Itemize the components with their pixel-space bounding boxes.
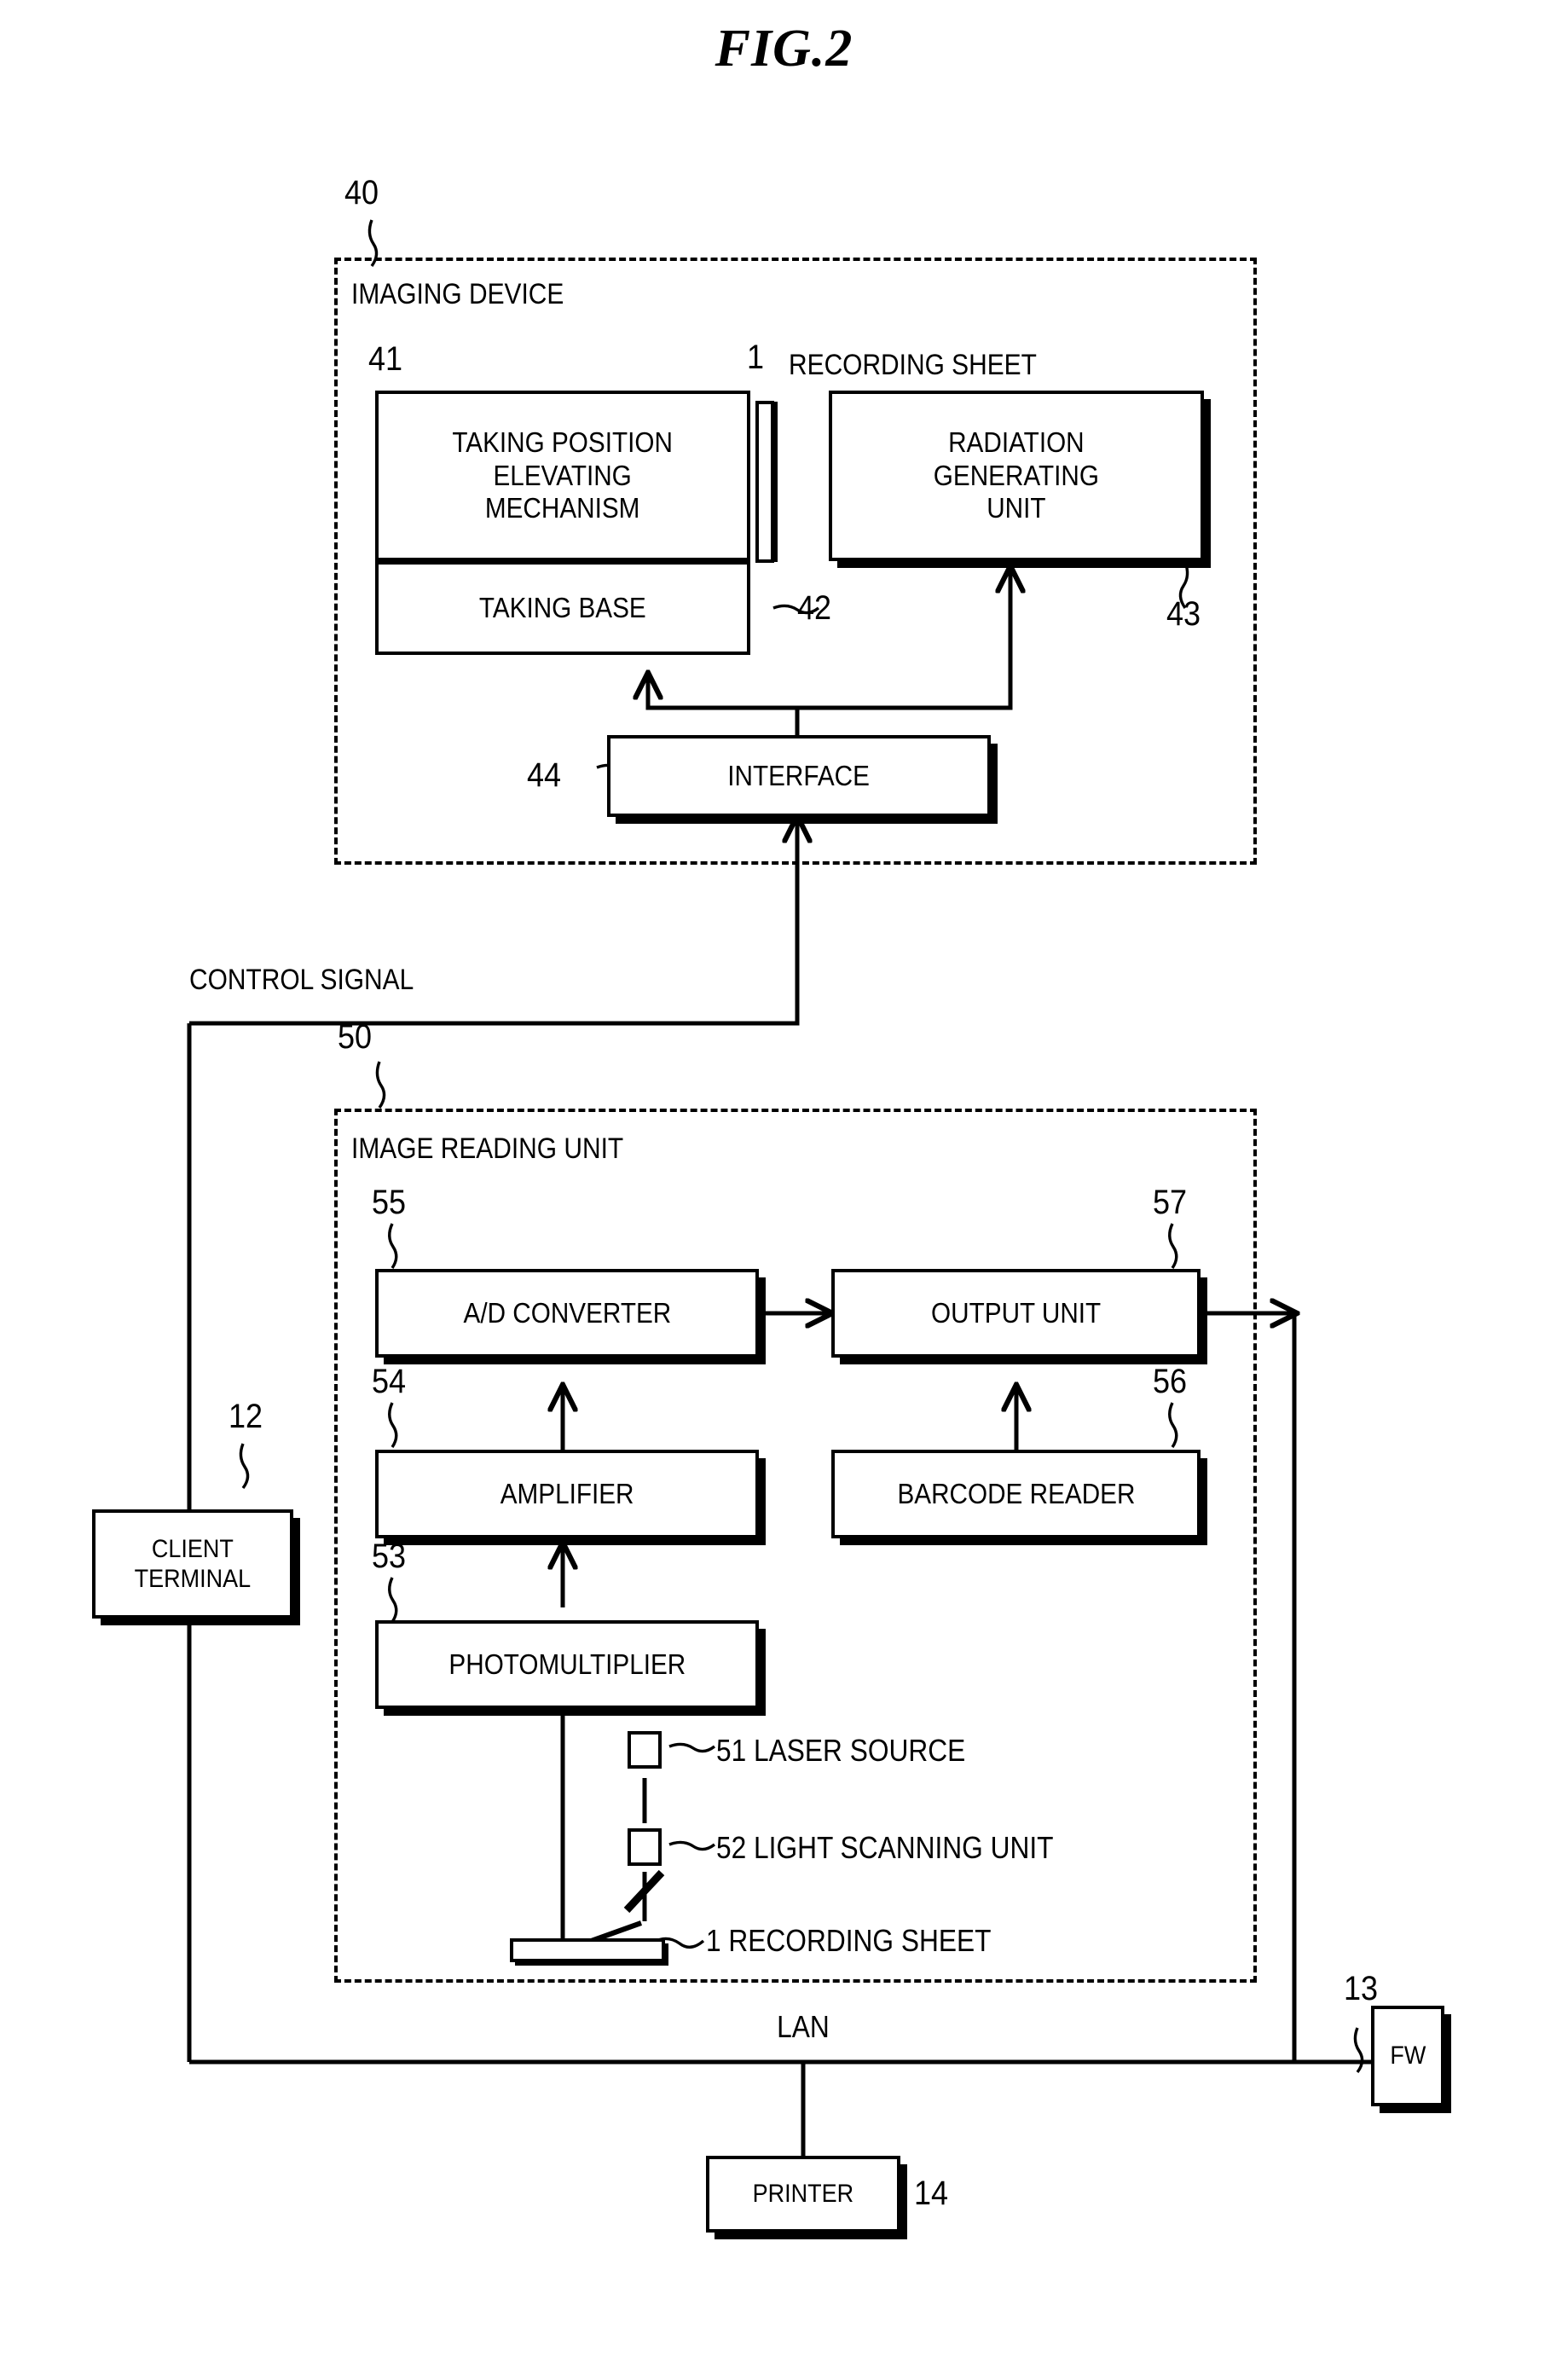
ref-40: 40 (344, 174, 379, 211)
ref-50: 50 (338, 1018, 373, 1056)
photomultiplier-label: PHOTOMULTIPLIER (448, 1648, 686, 1680)
client-terminal-label: CLIENT TERMINAL (134, 1534, 252, 1593)
barcode-reader-label: BARCODE READER (897, 1477, 1135, 1509)
ref-14: 14 (914, 2175, 949, 2212)
image-reading-unit-title: IMAGE READING UNIT (351, 1132, 624, 1165)
recording-sheet-label-bottom: 1 RECORDING SHEET (706, 1923, 992, 1958)
output-unit-box[interactable]: OUTPUT UNIT (831, 1269, 1201, 1358)
control-signal-label: CONTROL SIGNAL (189, 964, 414, 996)
ref-55: 55 (372, 1184, 407, 1221)
interface-box[interactable]: INTERFACE (607, 735, 991, 817)
ref-43: 43 (1166, 595, 1201, 633)
printer-label: PRINTER (752, 2180, 854, 2209)
imaging-device-title: IMAGING DEVICE (351, 278, 564, 310)
lan-label: LAN (777, 2009, 830, 2044)
light-scanning-unit-label: 52 LIGHT SCANNING UNIT (716, 1830, 1054, 1865)
taking-position-elevating-mechanism-box[interactable]: TAKING POSITION ELEVATING MECHANISM (375, 391, 750, 561)
ref-42: 42 (797, 589, 832, 627)
ref-1-top: 1 (747, 339, 765, 376)
laser-source-symbol (628, 1731, 662, 1769)
ref-12: 12 (229, 1398, 263, 1435)
amplifier-label: AMPLIFIER (500, 1477, 634, 1509)
ad-converter-box[interactable]: A/D CONVERTER (375, 1269, 759, 1358)
ref-13: 13 (1344, 1970, 1379, 2007)
ref-56: 56 (1153, 1363, 1188, 1400)
radiation-generating-unit-label: RADIATION GENERATING UNIT (933, 426, 1100, 524)
taking-position-elevating-mechanism-label: TAKING POSITION ELEVATING MECHANISM (452, 426, 674, 524)
figure-canvas: FIG.2 40 IMAGING DEVICE 41 1 RECORDING S… (0, 0, 1568, 2363)
ref-57: 57 (1153, 1184, 1188, 1221)
recording-sheet-slab (510, 1938, 665, 1962)
output-unit-label: OUTPUT UNIT (930, 1296, 1102, 1329)
ref-41: 41 (368, 340, 403, 378)
ref-54: 54 (372, 1363, 407, 1400)
photomultiplier-box[interactable]: PHOTOMULTIPLIER (375, 1620, 759, 1709)
ref-44: 44 (527, 756, 562, 794)
firewall-label: FW (1390, 2042, 1426, 2071)
ad-converter-label: A/D CONVERTER (463, 1296, 671, 1329)
recording-sheet-vertical-top (755, 401, 774, 563)
ref-53: 53 (372, 1538, 407, 1575)
light-scanning-unit-symbol (628, 1828, 662, 1866)
firewall-box[interactable]: FW (1371, 2006, 1444, 2106)
recording-sheet-label-top: RECORDING SHEET (789, 349, 1037, 381)
radiation-generating-unit-box[interactable]: RADIATION GENERATING UNIT (829, 391, 1204, 561)
taking-base-label: TAKING BASE (479, 591, 646, 623)
barcode-reader-box[interactable]: BARCODE READER (831, 1450, 1201, 1538)
laser-source-label: 51 LASER SOURCE (716, 1733, 966, 1768)
interface-label: INTERFACE (727, 759, 871, 791)
client-terminal-box[interactable]: CLIENT TERMINAL (92, 1509, 293, 1619)
taking-base-box[interactable]: TAKING BASE (375, 561, 750, 655)
amplifier-box[interactable]: AMPLIFIER (375, 1450, 759, 1538)
printer-box[interactable]: PRINTER (706, 2156, 900, 2233)
